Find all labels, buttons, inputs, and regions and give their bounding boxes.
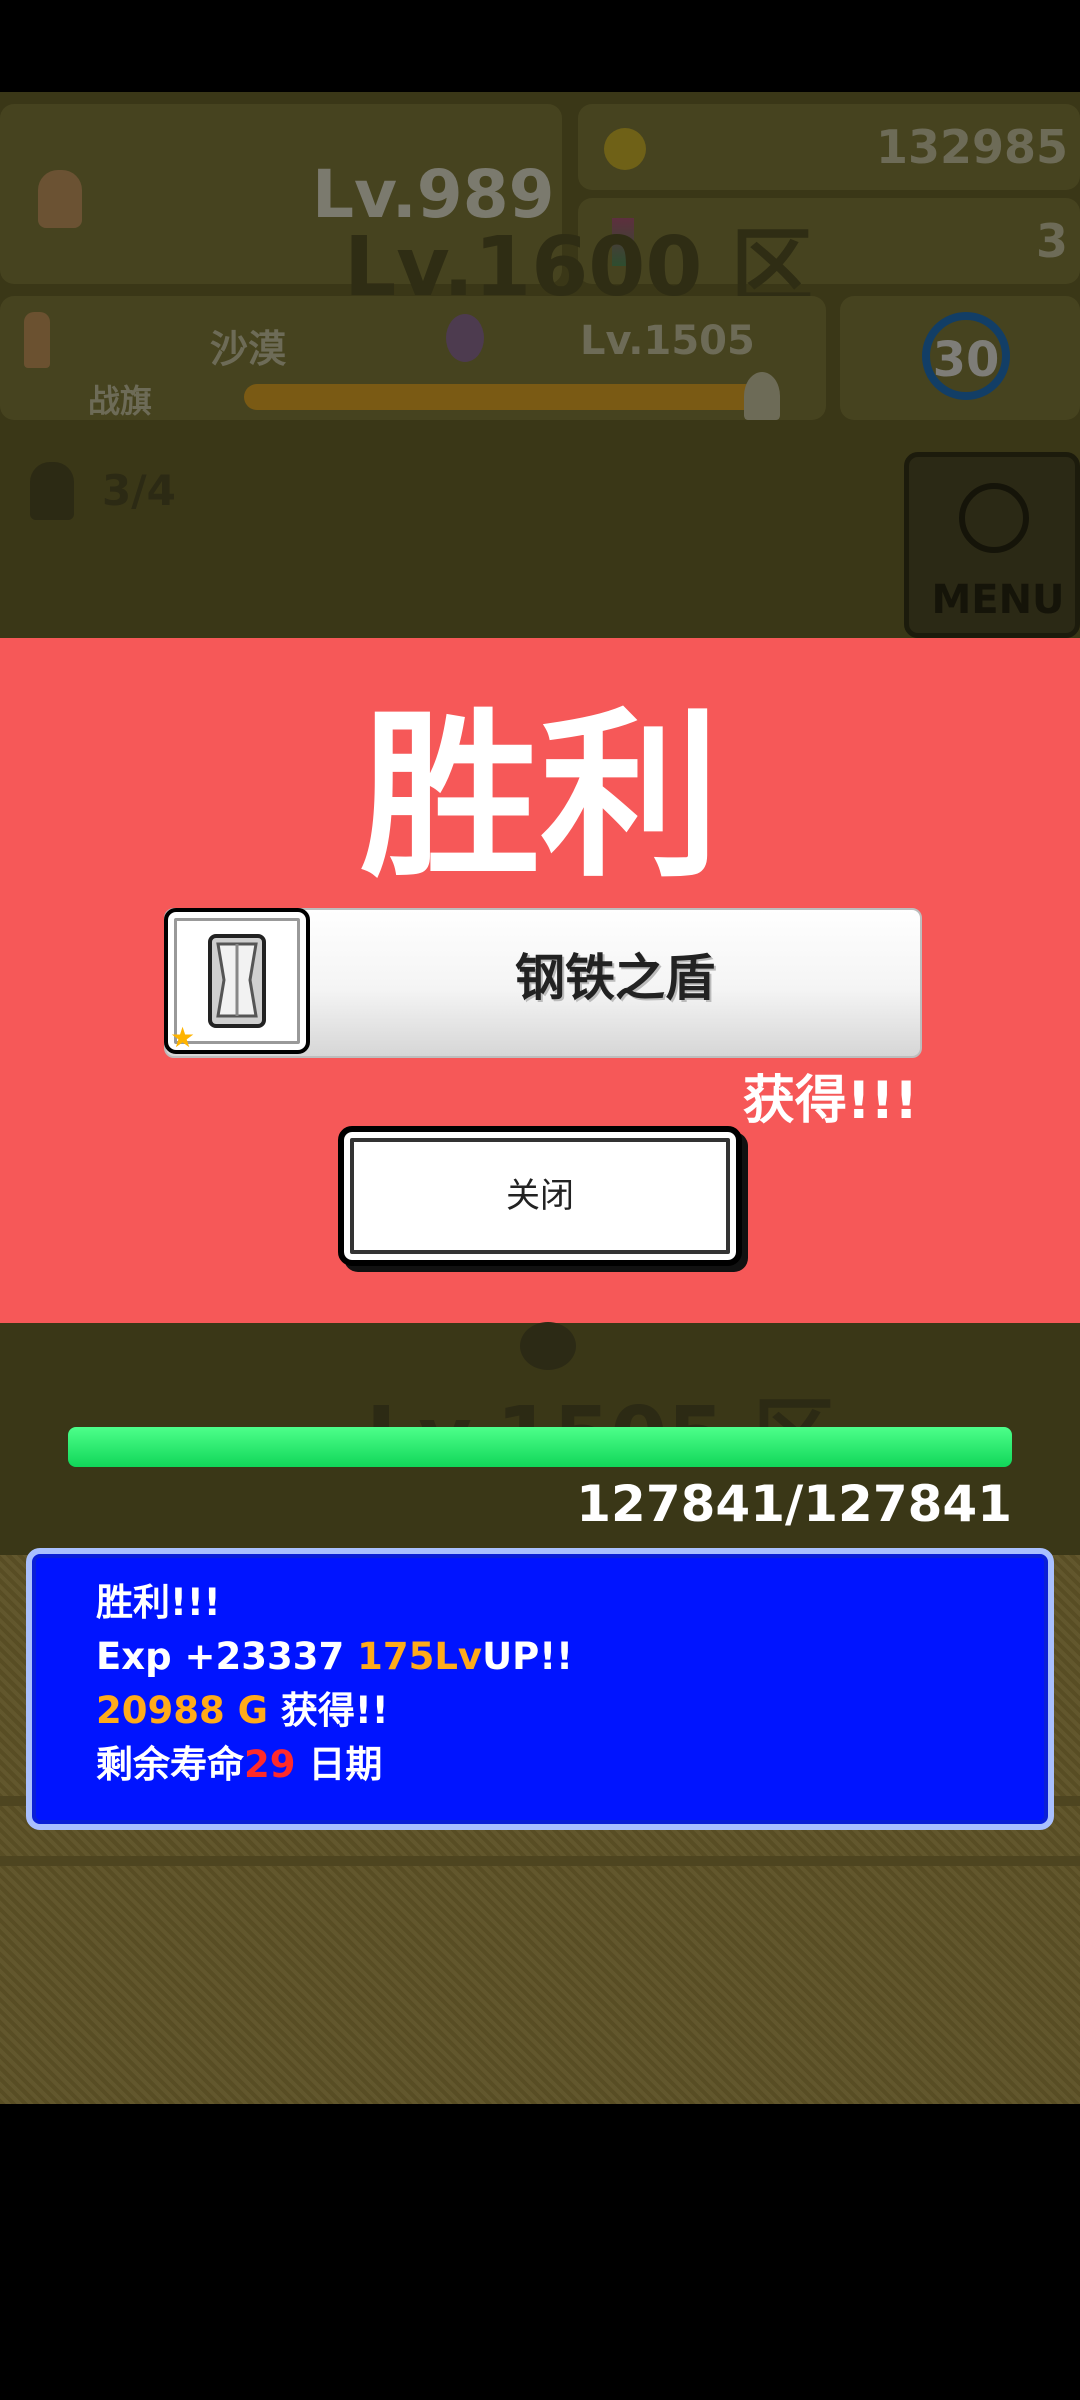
close-button[interactable]: 关闭 [338,1126,742,1266]
sword-menu-icon [959,483,1029,553]
gold-coin-icon [604,128,646,170]
exp-gain: Exp +23337 [96,1635,358,1678]
item-name: 钢铁之盾 [515,949,715,1007]
area-name: 沙漠 [210,327,287,371]
party-icon [30,462,74,520]
life-prefix: 剩余寿命 [96,1743,244,1786]
level-up-amount: 175Lv [357,1635,483,1678]
log-victory-line: 胜利!!! [96,1581,221,1624]
level-up-suffix: UP!! [482,1635,573,1678]
victory-title: 胜利 [359,693,720,902]
field-divider [0,1856,1080,1866]
hourglass-count: 3 [1035,214,1068,268]
runner-icon [744,372,780,420]
enemy-sprite-icon [446,314,484,362]
timer-value: 30 [932,332,1000,388]
zone-watermark-lower: Lv.1505 区 [366,1370,835,1430]
life-suffix: 日期 [295,1743,383,1786]
gold-gain: 20988 G [96,1689,268,1732]
party-count: 3/4 [102,466,176,515]
hp-text: 127841/127841 [576,1475,1012,1533]
menu-button[interactable]: MENU [904,452,1080,638]
log-exp-line: Exp +23337 175LvUP!! [96,1630,573,1684]
item-icon-frame: ★ [164,908,310,1054]
obtained-text: 获得!!! [742,1071,918,1131]
gold-value: 132985 [875,120,1068,174]
hp-bar [68,1427,1012,1467]
steel-shield-icon [208,934,266,1028]
hero-sprite-icon [38,170,82,228]
enemy-level: Lv.1505 [580,318,755,364]
battle-log-box: 胜利!!! Exp +23337 175LvUP!! 20988 G 获得!! … [26,1548,1054,1830]
life-days: 29 [244,1743,296,1786]
hp-bar-fill [68,1427,1012,1467]
rarity-star-icon: ★ [170,1021,196,1054]
progress-bar [244,384,758,410]
victory-dialog: 胜利 ★ 钢铁之盾 获得!!! 关闭 [0,638,1080,1323]
gold-gain-suffix: 获得!! [267,1689,389,1732]
flag-label: 战旗 [88,382,153,420]
enemy-shadow-icon [520,1322,576,1370]
menu-label: MENU [931,577,1065,623]
flag-statue-icon [24,312,50,368]
log-life-line: 剩余寿命29 日期 [96,1738,382,1792]
log-gold-line: 20988 G 获得!! [96,1684,389,1738]
